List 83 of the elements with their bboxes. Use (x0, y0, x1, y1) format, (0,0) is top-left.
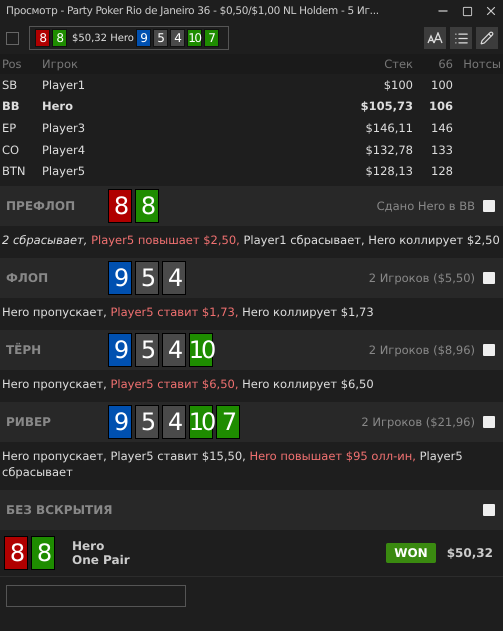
table-cell-text: 133 (430, 142, 453, 157)
card: 4 (162, 404, 186, 439)
card: 8 (4, 536, 28, 570)
street-info: Сдано Hero в BB (376, 198, 475, 213)
column-header: Игрок (42, 57, 79, 71)
street-info: 2 Игроков ($21,96) (361, 414, 475, 429)
hand-selector[interactable]: 8 8 $50,32 Hero 9 5 4 10 7 (29, 26, 229, 50)
table-cell-text: $128,13 (364, 164, 413, 178)
card: 9 (136, 29, 151, 47)
table-cell-text: Player1 (42, 78, 86, 92)
card: 8 (35, 29, 50, 47)
close-icon (484, 4, 498, 18)
card: 4 (162, 332, 186, 367)
street-name: ПРЕФЛОП (6, 198, 76, 213)
hand-rank: One Pair (72, 552, 131, 567)
card: 5 (135, 404, 159, 439)
card: 10 (189, 404, 213, 439)
font-button[interactable] (424, 27, 446, 49)
card: 9 (108, 404, 132, 439)
card: 9 (108, 260, 132, 295)
note-icon[interactable] (483, 272, 495, 284)
table-cell-text: $105,73 (360, 99, 413, 114)
card: 5 (135, 332, 159, 367)
table-cell-text: Player5 (42, 164, 86, 178)
card: 8 (52, 29, 67, 47)
column-header: Стек (383, 57, 413, 71)
street-name: ТЁРН (6, 342, 42, 357)
street-info: 2 Игроков ($8,96) (368, 342, 475, 357)
card: 4 (170, 29, 185, 47)
column-header: Pos (2, 57, 23, 71)
note-icon[interactable] (483, 200, 495, 212)
hand-summary: $50,32 Hero (72, 32, 134, 44)
pencil-icon (480, 31, 494, 45)
font-size-icon (427, 32, 443, 44)
card: 10 (189, 332, 213, 367)
result-badge: WON (386, 542, 436, 563)
note-icon[interactable] (483, 504, 495, 516)
card: 10 (186, 29, 202, 47)
action-text: Hero пропускает, Player5 ставит $6,50, Hero коллирует $6,50 (1, 376, 375, 393)
list-icon (454, 30, 468, 46)
card: 7 (204, 29, 219, 47)
table-cell-text: CO (2, 142, 20, 157)
action-text: 2 сбрасывает, Player5 повышает $2,50, Player1 сбрасывает, Hero коллирует $2,50 (1, 232, 501, 249)
table-cell-text: EP (2, 120, 18, 135)
table-cell-text: SB (2, 78, 18, 92)
action-text: Hero пропускает, Player5 ставит $1,73, Hero коллирует $1,73 (1, 304, 375, 321)
column-header: Нотсы (462, 57, 501, 71)
table-cell-text: BTN (2, 164, 27, 178)
card: 9 (108, 332, 132, 367)
street-name: ФЛОП (6, 270, 50, 285)
note-icon[interactable] (483, 344, 495, 356)
won-amount: $50,32 (446, 546, 493, 560)
list-button[interactable] (450, 27, 472, 49)
table-cell-text: Player3 (42, 120, 86, 135)
card: 8 (31, 536, 55, 570)
street-name: РИВЕР (6, 414, 52, 429)
table-cell-text: 146 (430, 120, 453, 135)
card: 8 (108, 188, 132, 223)
street-name: БЕЗ ВСКРЫТИЯ (6, 502, 114, 517)
card: 5 (152, 29, 168, 47)
table-cell-text: $146,11 (364, 120, 413, 135)
table-cell-text: 100 (430, 78, 453, 92)
table-cell-text: Hero (42, 99, 74, 114)
table-cell-text: 128 (430, 164, 453, 178)
street-info: 2 Игроков ($5,50) (368, 270, 475, 285)
checkbox[interactable] (6, 32, 19, 44)
table-cell-text: Player4 (42, 142, 86, 157)
table-cell-text: BB (2, 99, 21, 114)
window-title: Просмотр - Party Poker Rio de Janeiro 36 - $0,50/$1,00 NL Holdem - 5 Иг... (6, 5, 380, 17)
table-cell-text: $132,78 (364, 142, 413, 157)
input-field[interactable] (6, 584, 186, 607)
table-cell-text: 106 (428, 99, 453, 114)
maximize-icon (462, 6, 472, 16)
action-text: Hero пропускает, Player5 ставит $15,50, Hero повышает $95 олл-ин, Player5 сбрасывает (1, 448, 464, 481)
card: 8 (135, 188, 159, 223)
column-header: 66 (437, 57, 453, 71)
player-name: Hero (72, 538, 106, 553)
edit-button[interactable] (476, 27, 498, 49)
table-cell-text: $100 (382, 78, 413, 92)
card: 4 (162, 260, 186, 295)
card: 7 (216, 404, 240, 439)
note-icon[interactable] (483, 416, 495, 428)
card: 5 (135, 260, 159, 295)
